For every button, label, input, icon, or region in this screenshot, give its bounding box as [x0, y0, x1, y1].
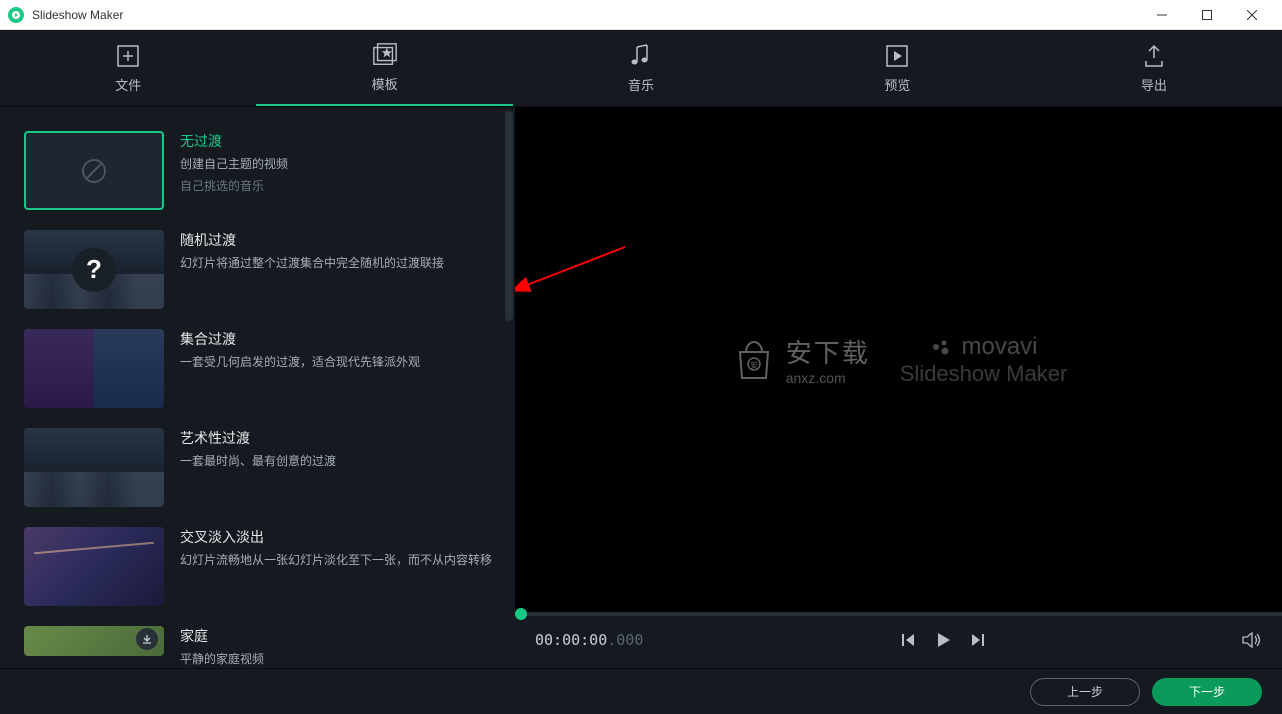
template-sub: 自己挑选的音乐 — [180, 177, 497, 194]
template-title: 家庭 — [180, 626, 497, 646]
music-note-icon — [628, 43, 654, 69]
minimize-button[interactable] — [1139, 0, 1184, 30]
window-title: Slideshow Maker — [32, 8, 1139, 22]
star-template-icon — [372, 42, 398, 68]
download-icon — [136, 628, 158, 650]
progress-bar[interactable] — [515, 612, 1282, 616]
bag-icon: 安 — [730, 336, 778, 384]
tab-label: 导出 — [1141, 75, 1167, 94]
template-desc: 平静的家庭视频 — [180, 650, 497, 668]
template-desc: 一套受几何启发的过渡，适合现代先锋派外观 — [180, 353, 497, 371]
template-thumbnail — [24, 428, 164, 507]
watermark-url: anxz.com — [786, 370, 870, 386]
volume-button[interactable] — [1242, 631, 1262, 649]
template-thumbnail — [24, 626, 164, 656]
app-icon — [8, 7, 24, 23]
prev-step-button[interactable]: 上一步 — [1030, 678, 1140, 706]
template-title: 无过渡 — [180, 131, 497, 151]
tab-preview[interactable]: 预览 — [769, 30, 1025, 106]
tab-label: 预览 — [884, 75, 910, 94]
timecode: 00:00:00.000 — [535, 631, 643, 649]
preview-panel: 安 安下载 anxz.com movavi Slideshow Maker — [515, 107, 1282, 668]
watermark-text: 安下载 — [786, 333, 870, 370]
tab-label: 文件 — [115, 75, 141, 94]
tab-template[interactable]: 模板 — [256, 30, 512, 106]
tab-label: 模板 — [372, 74, 398, 93]
template-thumbnail — [24, 329, 164, 408]
scrollbar[interactable] — [505, 111, 513, 321]
prohibit-icon — [80, 157, 108, 185]
window-titlebar: Slideshow Maker — [0, 0, 1282, 30]
play-button[interactable] — [934, 631, 952, 649]
template-item-random[interactable]: ? 随机过渡 幻灯片将通过整个过渡集合中完全随机的过渡联接 — [24, 230, 497, 309]
wizard-footer: 上一步 下一步 — [0, 668, 1282, 714]
template-desc: 幻灯片将通过整个过渡集合中完全随机的过渡联接 — [180, 254, 497, 272]
close-button[interactable] — [1229, 0, 1274, 30]
maximize-button[interactable] — [1184, 0, 1229, 30]
wizard-tabs: 文件 模板 音乐 预览 导出 — [0, 30, 1282, 107]
progress-handle[interactable] — [515, 608, 527, 620]
next-frame-button[interactable] — [970, 632, 986, 648]
annotation-arrow — [515, 237, 635, 297]
play-preview-icon — [884, 43, 910, 69]
template-list-panel: 无过渡 创建自己主题的视频 自己挑选的音乐 ? 随机过渡 幻灯片将通过整个过渡集… — [0, 107, 515, 668]
question-mark-icon: ? — [72, 248, 116, 292]
player-controls: 00:00:00.000 — [515, 612, 1282, 668]
template-desc: 一套最时尚、最有创意的过渡 — [180, 452, 497, 470]
template-title: 艺术性过渡 — [180, 428, 497, 448]
svg-text:安: 安 — [750, 360, 758, 370]
template-item-collection[interactable]: 集合过渡 一套受几何启发的过渡，适合现代先锋派外观 — [24, 329, 497, 408]
template-thumbnail — [24, 131, 164, 210]
product-name: Slideshow Maker — [900, 361, 1068, 387]
template-item-crossfade[interactable]: 交叉淡入淡出 幻灯片流畅地从一张幻灯片淡化至下一张，而不从内容转移 — [24, 527, 497, 606]
template-item-artistic[interactable]: 艺术性过渡 一套最时尚、最有创意的过渡 — [24, 428, 497, 507]
movavi-logo-icon — [929, 335, 953, 359]
watermark-movavi: movavi Slideshow Maker — [900, 333, 1068, 387]
tab-label: 音乐 — [628, 75, 654, 94]
next-step-button[interactable]: 下一步 — [1152, 678, 1262, 706]
plus-file-icon — [115, 43, 141, 69]
template-desc: 幻灯片流畅地从一张幻灯片淡化至下一张，而不从内容转移 — [180, 551, 497, 569]
brand-name: movavi — [961, 333, 1037, 361]
template-title: 集合过渡 — [180, 329, 497, 349]
template-title: 交叉淡入淡出 — [180, 527, 497, 547]
tab-file[interactable]: 文件 — [0, 30, 256, 106]
prev-frame-button[interactable] — [900, 632, 916, 648]
export-icon — [1141, 43, 1167, 69]
template-title: 随机过渡 — [180, 230, 497, 250]
template-item-no-transition[interactable]: 无过渡 创建自己主题的视频 自己挑选的音乐 — [24, 131, 497, 210]
tab-export[interactable]: 导出 — [1026, 30, 1282, 106]
template-item-family[interactable]: 家庭 平静的家庭视频 — [24, 626, 497, 668]
tab-music[interactable]: 音乐 — [513, 30, 769, 106]
template-thumbnail: ? — [24, 230, 164, 309]
video-preview: 安 安下载 anxz.com movavi Slideshow Maker — [515, 107, 1282, 612]
template-desc: 创建自己主题的视频 — [180, 155, 497, 173]
template-thumbnail — [24, 527, 164, 606]
watermark-anxz: 安 安下载 anxz.com — [730, 333, 870, 386]
